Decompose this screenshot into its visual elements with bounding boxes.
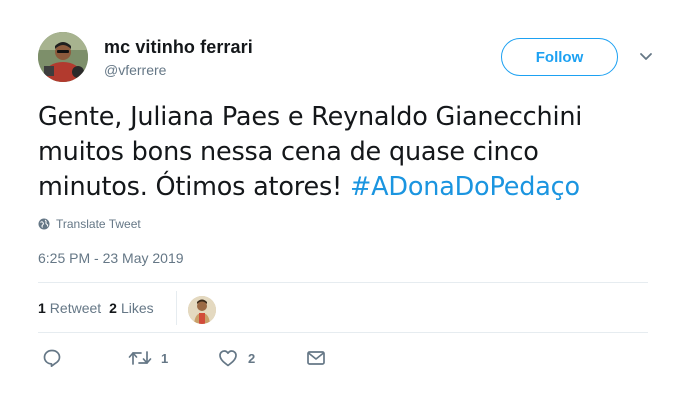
tweet-text-segment: minutos. Ótimos atores! (38, 172, 343, 202)
retweet-count: 1 (161, 350, 169, 366)
divider (38, 332, 648, 333)
retweet-button[interactable]: 1 (128, 348, 168, 368)
tweet-text-line: minutos. Ótimos atores! #ADonaDoPedaço (38, 170, 648, 205)
like-count: 2 (248, 350, 256, 366)
author-display-name[interactable]: mc vitinho ferrari (104, 37, 253, 58)
retweets-label: Retweet (49, 300, 102, 316)
heart-icon (219, 350, 237, 367)
translate-label: Translate Tweet (56, 217, 141, 231)
liker-avatar-image (188, 296, 216, 324)
chevron-down-icon[interactable] (638, 50, 654, 64)
like-button[interactable]: 2 (218, 348, 255, 368)
likes-label: Likes (120, 300, 154, 316)
avatar-image (38, 32, 88, 82)
direct-message-button[interactable] (306, 349, 326, 367)
tweet-text-line: muitos bons nessa cena de quase cinco (38, 137, 539, 167)
avatar[interactable] (38, 32, 88, 82)
reply-button[interactable] (42, 348, 62, 368)
reply-icon (43, 349, 61, 368)
translate-tweet-link[interactable]: Translate Tweet (38, 217, 141, 231)
follow-button[interactable]: Follow (501, 38, 618, 76)
stats-separator (176, 291, 177, 325)
tweet-text: Gente, Juliana Paes e Reynaldo Gianecchi… (38, 100, 648, 205)
envelope-icon (307, 351, 325, 365)
divider (38, 282, 648, 283)
likes-count: 2 (109, 300, 117, 316)
liker-avatar[interactable] (188, 296, 216, 324)
timestamp[interactable]: 6:25 PM - 23 May 2019 (38, 250, 184, 266)
tweet-stats: 1 Retweet 2 Likes (38, 296, 162, 320)
tweet-text-line: Gente, Juliana Paes e Reynaldo Gianecchi… (38, 102, 583, 132)
likes-stat[interactable]: 2 Likes (109, 300, 153, 316)
author-handle[interactable]: @vferrere (104, 62, 166, 78)
retweet-icon (128, 351, 152, 365)
hashtag-link[interactable]: #ADonaDoPedaço (350, 172, 580, 202)
globe-icon (38, 218, 50, 230)
retweets-stat[interactable]: 1 Retweet (38, 300, 101, 316)
retweets-count: 1 (38, 300, 46, 316)
